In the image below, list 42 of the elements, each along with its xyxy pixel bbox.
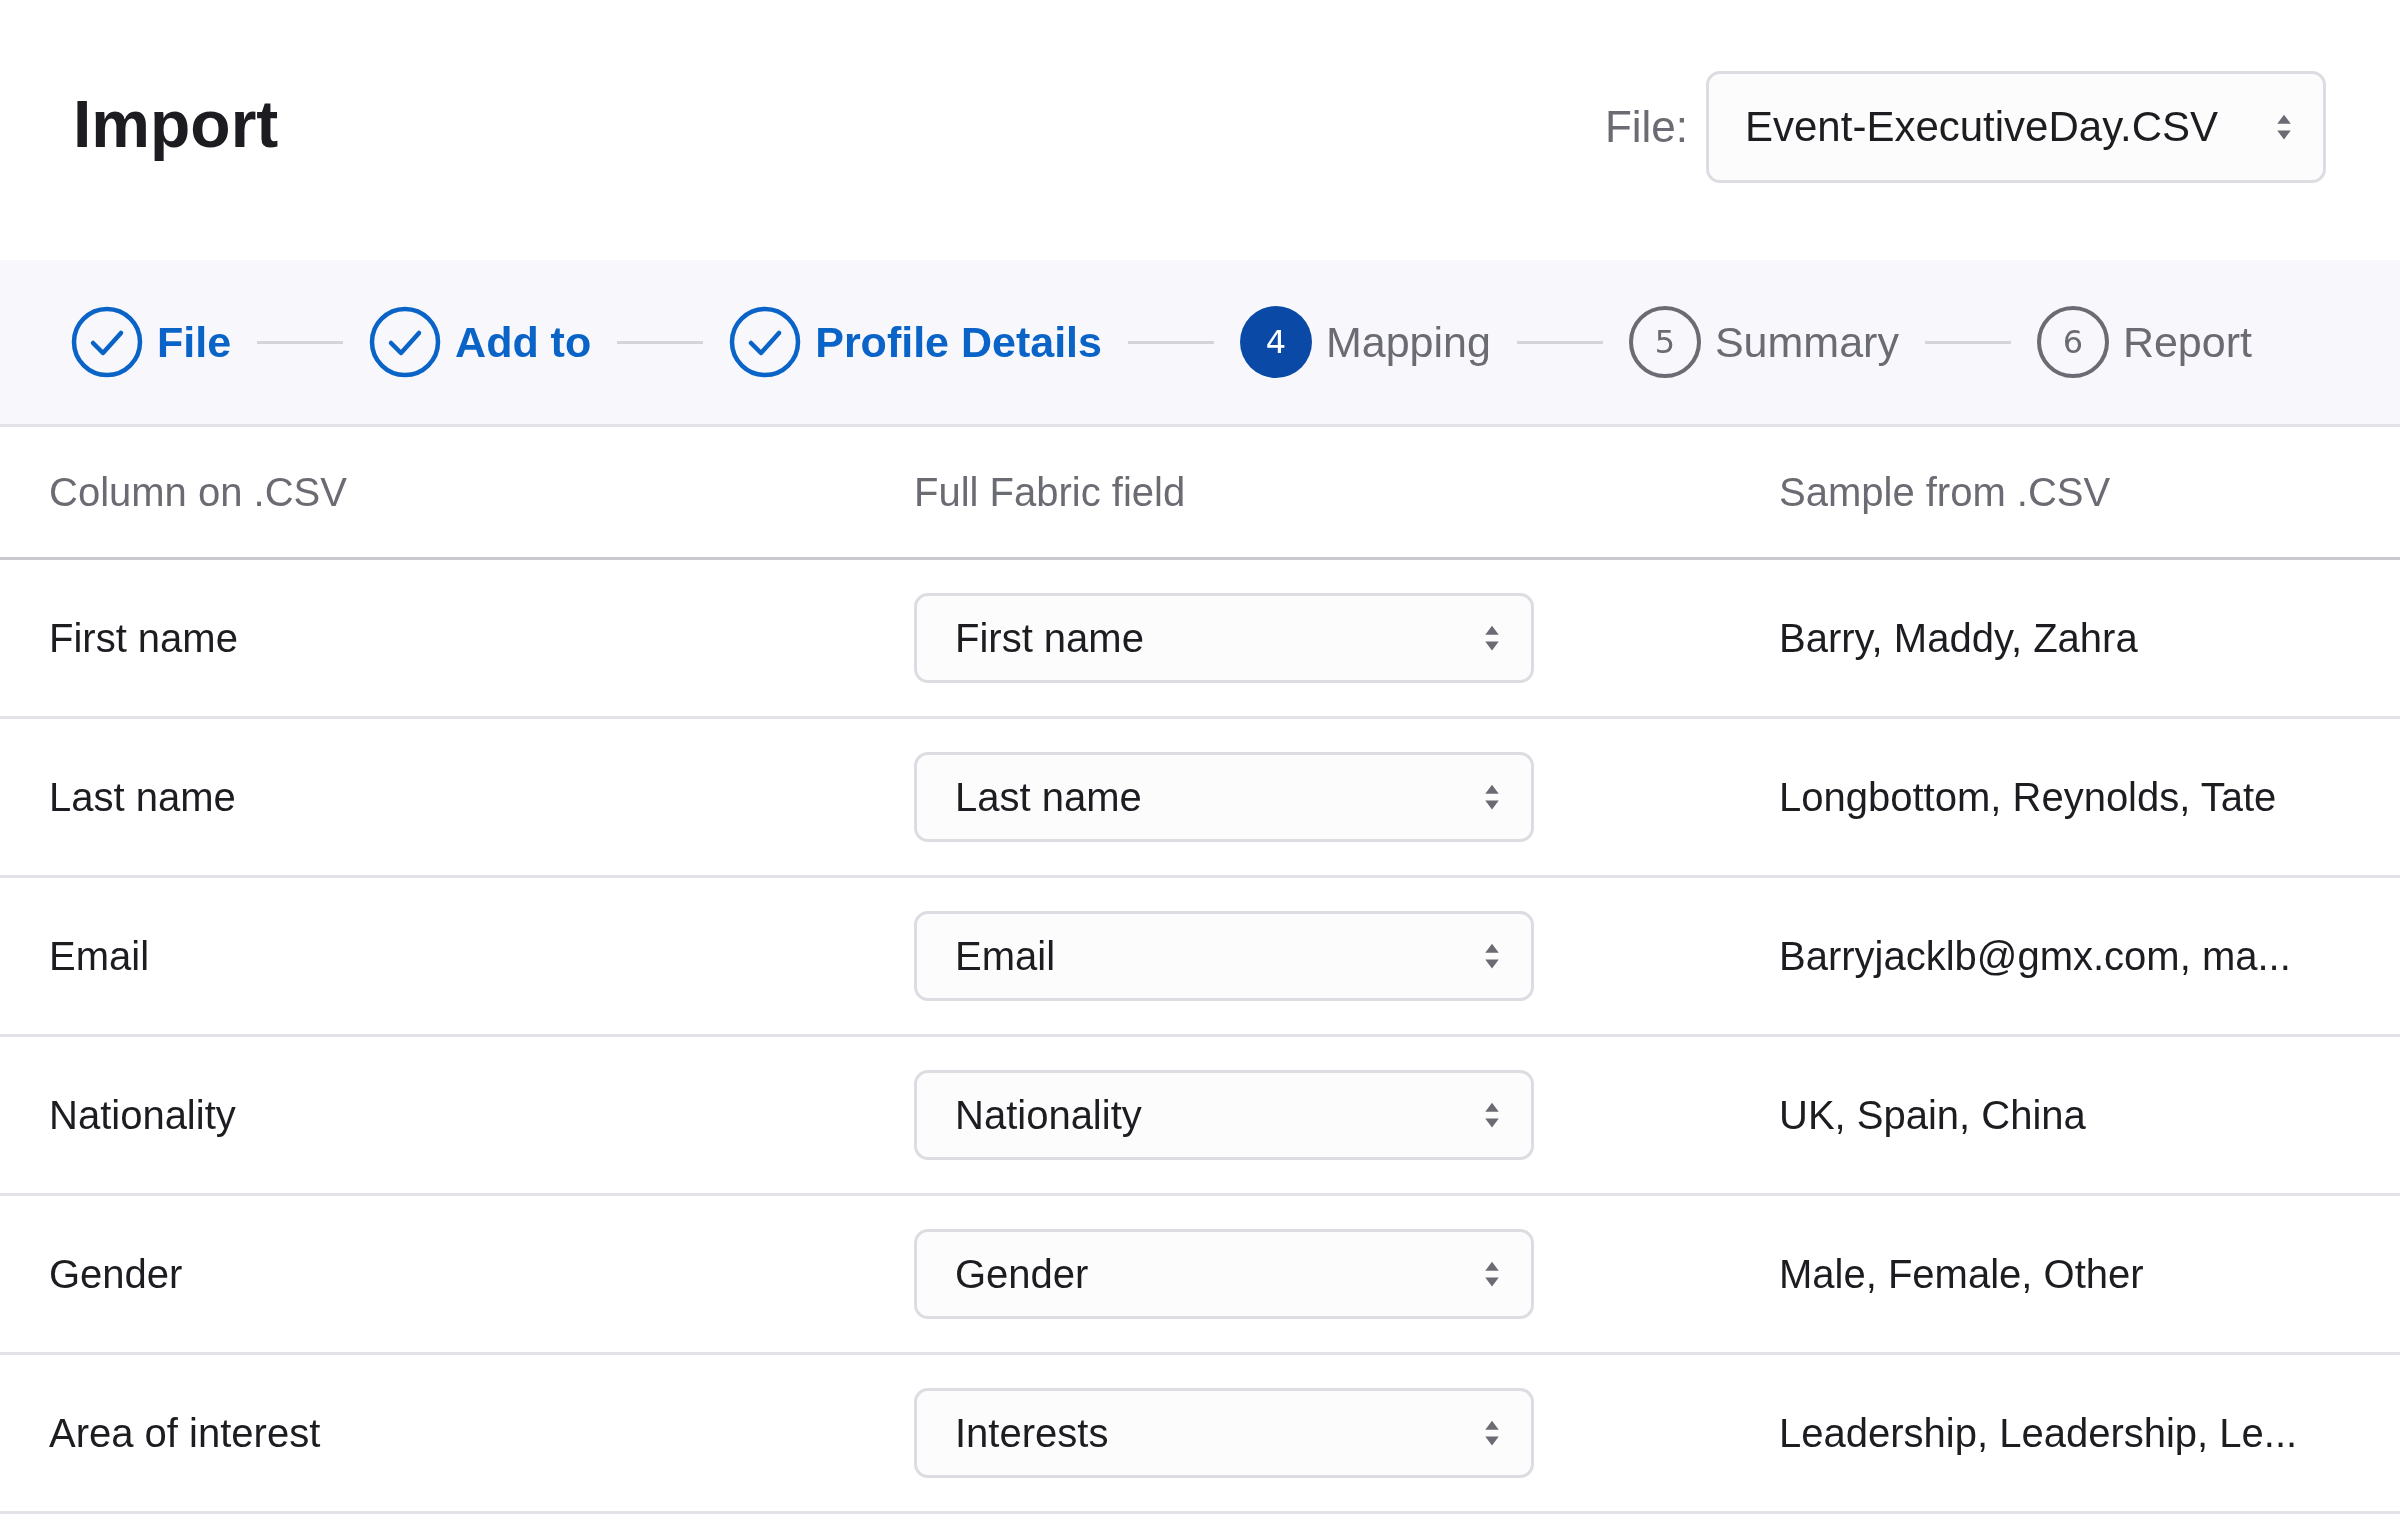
table-cell-text: Barryjacklb@gmx.com, ma... xyxy=(1779,933,2292,979)
step[interactable]: File xyxy=(71,306,232,378)
step-number: 4 xyxy=(1239,306,1312,378)
table-cell-text: First name xyxy=(49,615,239,661)
column-header: Column on .CSV xyxy=(49,469,348,515)
check-circle-icon xyxy=(729,306,802,378)
table-cell-text: Longbottom, Reynolds, Tate xyxy=(1779,774,2278,820)
table-cell-text: Area of interest xyxy=(49,1410,322,1456)
step-label: Report xyxy=(2122,317,2252,367)
field-select[interactable]: Nationality xyxy=(914,1070,1534,1160)
column-header: Full Fabric field xyxy=(914,469,1187,515)
field-select[interactable]: Gender xyxy=(914,1229,1534,1319)
table-cell-text: UK, Spain, China xyxy=(1779,1092,2087,1138)
step[interactable]: 4 Mapping xyxy=(1239,306,1491,378)
check-circle-icon xyxy=(71,306,143,378)
step-label: File xyxy=(157,317,232,367)
step-label: Profile Details xyxy=(815,317,1102,367)
field-label: File: xyxy=(1604,102,1688,152)
field-select[interactable]: First name xyxy=(914,593,1534,683)
table-cell-text: Last name xyxy=(49,774,237,820)
step-number: 6 xyxy=(2036,306,2109,378)
step-number: 5 xyxy=(1628,306,1701,378)
table-cell-text: Barry, Maddy, Zahra xyxy=(1779,615,2139,661)
field-select[interactable]: Last name xyxy=(914,752,1534,842)
table-cell-text: Leadership, Leadership, Le... xyxy=(1779,1410,2299,1456)
step-label: Add to xyxy=(455,317,592,367)
check-circle-icon xyxy=(369,306,442,378)
step[interactable]: Add to xyxy=(369,306,592,378)
step[interactable]: 6 Report xyxy=(2036,306,2252,378)
table-cell-text: Male, Female, Other xyxy=(1779,1251,2145,1297)
table-cell-text: Nationality xyxy=(49,1092,237,1138)
table-cell-text: Gender xyxy=(49,1251,184,1297)
column-header: Sample from .CSV xyxy=(1779,469,2112,515)
step-label: Summary xyxy=(1714,317,1899,367)
file-select[interactable]: Event-ExecutiveDay.CSV xyxy=(1706,71,2326,183)
step[interactable]: 5 Summary xyxy=(1628,306,1899,378)
step[interactable]: Profile Details xyxy=(729,306,1102,378)
field-select[interactable]: Email xyxy=(914,911,1534,1001)
field-select[interactable]: Interests xyxy=(914,1388,1534,1478)
step-label: Mapping xyxy=(1325,317,1491,367)
page-title: Import xyxy=(73,86,279,162)
table-cell-text: Email xyxy=(49,933,151,979)
